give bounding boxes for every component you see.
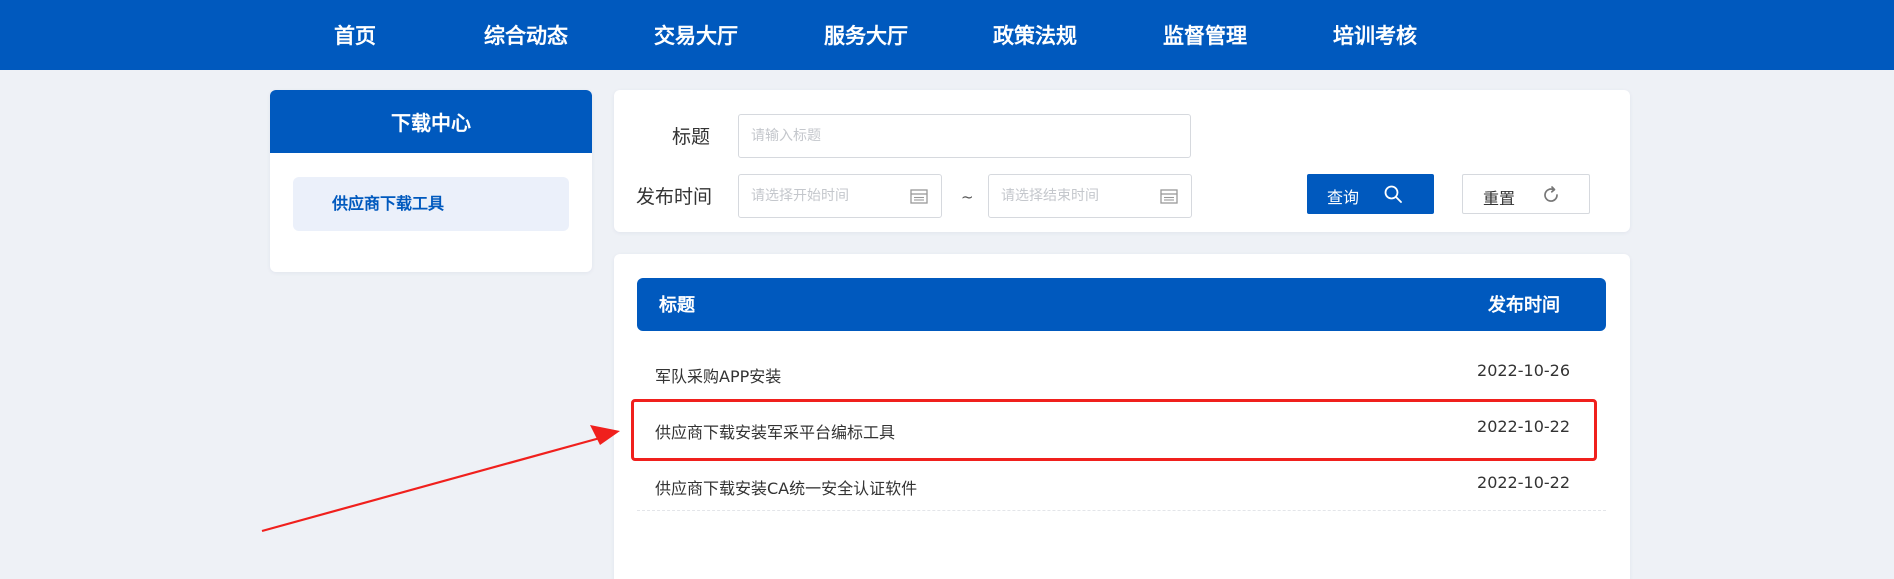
query-button[interactable]: 查询 — [1307, 174, 1434, 214]
date-range-separator: ~ — [961, 188, 974, 206]
column-header-date: 发布时间 — [1488, 295, 1560, 316]
nav-item-policy[interactable]: 政策法规 — [993, 0, 1077, 70]
sidebar: 下载中心 供应商下载工具 — [270, 90, 592, 272]
calendar-icon — [1160, 189, 1178, 204]
end-date-picker[interactable] — [988, 174, 1192, 218]
nav-item-news[interactable]: 综合动态 — [484, 0, 568, 70]
title-search-input[interactable] — [738, 114, 1191, 158]
publish-time-label: 发布时间 — [636, 186, 713, 208]
sidebar-item-supplier-tools[interactable]: 供应商下载工具 — [293, 177, 569, 231]
search-panel: 标题 发布时间 ~ 查询 重置 — [614, 90, 1630, 232]
row-title-link[interactable]: 军队采购APP安装 — [655, 363, 781, 387]
nav-item-supervision[interactable]: 监督管理 — [1163, 0, 1247, 70]
sidebar-title: 下载中心 — [270, 90, 592, 153]
reset-button-label: 重置 — [1483, 189, 1516, 208]
table-row[interactable]: 军队采购APP安装 2022-10-26 — [637, 345, 1606, 401]
refresh-icon — [1544, 186, 1558, 202]
row-divider — [637, 510, 1606, 511]
nav-item-service-hall[interactable]: 服务大厅 — [824, 0, 908, 70]
reset-button[interactable]: 重置 — [1462, 174, 1590, 214]
nav-item-trading-hall[interactable]: 交易大厅 — [654, 0, 738, 70]
results-panel: 标题 发布时间 军队采购APP安装 2022-10-26 供应商下载安装军采平台… — [614, 254, 1630, 579]
row-date: 2022-10-26 — [1477, 361, 1570, 380]
column-header-title: 标题 — [659, 295, 695, 316]
table-row[interactable]: 供应商下载安装CA统一安全认证软件 2022-10-22 — [637, 457, 1606, 513]
calendar-icon — [910, 189, 928, 204]
search-icon — [1384, 185, 1402, 203]
table-row[interactable]: 供应商下载安装军采平台编标工具 2022-10-22 — [637, 401, 1606, 457]
title-filter-label: 标题 — [672, 126, 711, 148]
nav-item-training[interactable]: 培训考核 — [1333, 0, 1417, 70]
nav-item-home[interactable]: 首页 — [334, 0, 376, 70]
row-title-link[interactable]: 供应商下载安装CA统一安全认证软件 — [655, 475, 917, 499]
query-button-label: 查询 — [1327, 188, 1360, 207]
table-header: 标题 发布时间 — [637, 278, 1606, 331]
row-date: 2022-10-22 — [1477, 473, 1570, 492]
top-nav-bar: 首页 综合动态 交易大厅 服务大厅 政策法规 监督管理 培训考核 — [0, 0, 1894, 70]
row-date: 2022-10-22 — [1477, 417, 1570, 436]
start-date-picker[interactable] — [738, 174, 942, 218]
row-title-link[interactable]: 供应商下载安装军采平台编标工具 — [655, 419, 895, 443]
